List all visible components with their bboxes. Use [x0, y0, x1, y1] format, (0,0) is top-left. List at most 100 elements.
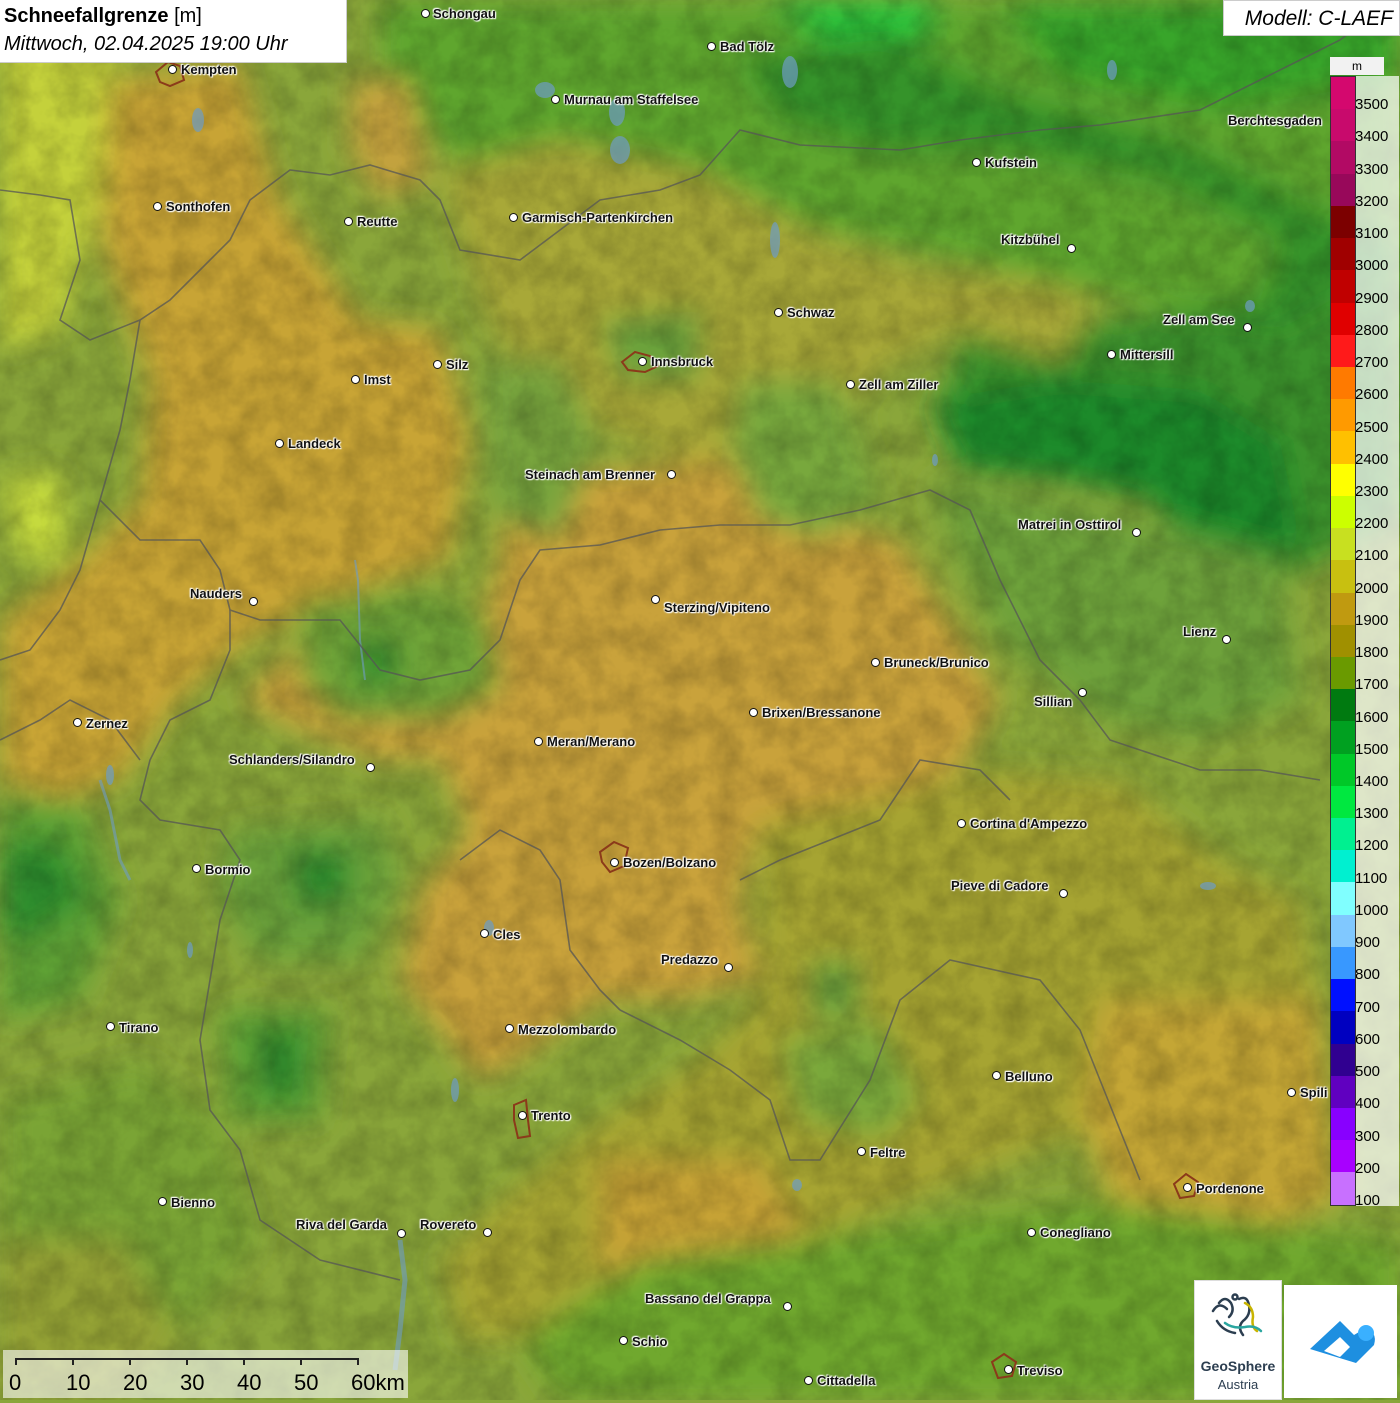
- legend-label: 600: [1355, 1030, 1381, 1048]
- city-marker: [749, 708, 758, 717]
- city-marker: [192, 864, 201, 873]
- city-marker: [871, 658, 880, 667]
- legend-swatch: [1331, 366, 1355, 400]
- city-label: Feltre: [870, 1145, 906, 1160]
- legend-swatch: [1331, 495, 1355, 529]
- legend-swatch: [1331, 270, 1355, 303]
- city-label: Predazzo: [661, 952, 719, 967]
- city-label: Kempten: [181, 62, 237, 77]
- city-marker: [518, 1111, 527, 1120]
- city-marker: [397, 1229, 406, 1238]
- city-marker: [1287, 1088, 1296, 1097]
- city-marker: [344, 217, 353, 226]
- city-marker: [1027, 1228, 1036, 1237]
- city-label: Schlanders/Silandro: [229, 752, 355, 767]
- legend-swatch: [1331, 1108, 1355, 1141]
- city-marker: [433, 360, 442, 369]
- title-box: Schneefallgrenze [m] Mittwoch, 02.04.202…: [0, 0, 347, 63]
- city-marker: [505, 1024, 514, 1033]
- legend-swatch: [1331, 399, 1355, 432]
- city-label: Sonthofen: [166, 199, 231, 214]
- legend-swatch: [1331, 946, 1355, 980]
- legend-swatch: [1331, 914, 1355, 947]
- scale-label: 10: [66, 1370, 91, 1395]
- legend-label: 200: [1355, 1159, 1381, 1177]
- city-label: Meran/Merano: [547, 734, 636, 749]
- legend-swatch: [1331, 1140, 1355, 1173]
- legend-label: 3200: [1355, 192, 1389, 210]
- city-marker: [651, 595, 660, 604]
- city-label: Kitzbühel: [1001, 232, 1060, 247]
- scale-label: 50: [294, 1370, 319, 1395]
- legend-swatch: [1331, 431, 1355, 464]
- city-label: Cittadella: [817, 1373, 876, 1388]
- legend-swatch: [1331, 560, 1355, 593]
- legend-swatch: [1331, 302, 1355, 335]
- legend-label: 900: [1355, 934, 1381, 952]
- city-label: Sillian: [1034, 694, 1073, 709]
- legend-swatch: [1331, 882, 1355, 915]
- city-label: Innsbruck: [651, 354, 714, 369]
- legend-label: 1700: [1355, 676, 1389, 694]
- model-box: Modell: C-LAEF: [1223, 0, 1400, 36]
- city-label: Lienz: [1183, 624, 1217, 639]
- legend-swatch: [1331, 818, 1355, 851]
- city-label: Zell am See: [1163, 312, 1235, 327]
- city-label: Imst: [364, 372, 391, 387]
- legend-swatch: [1331, 656, 1355, 690]
- city-label: Treviso: [1017, 1363, 1063, 1378]
- city-label: Bad Tölz: [720, 39, 775, 54]
- city-marker: [1059, 889, 1068, 898]
- city-label: Mezzolombardo: [518, 1022, 617, 1037]
- legend-label: 1400: [1355, 773, 1389, 791]
- city-marker: [106, 1022, 115, 1031]
- legend-label: 3300: [1355, 160, 1389, 178]
- city-label: Bienno: [171, 1195, 216, 1210]
- app-logo[interactable]: [1284, 1285, 1397, 1398]
- city-label: Spili: [1300, 1085, 1328, 1100]
- legend-swatch: [1331, 1043, 1355, 1076]
- legend-label: 700: [1355, 998, 1381, 1016]
- geosphere-logo[interactable]: GeoSphere Austria: [1194, 1280, 1282, 1400]
- city-label: Schongau: [433, 6, 496, 21]
- legend-label: 3100: [1355, 225, 1389, 243]
- legend-swatch: [1331, 721, 1355, 754]
- city-marker: [846, 380, 855, 389]
- city-marker: [1132, 528, 1141, 537]
- legend-label: 400: [1355, 1095, 1381, 1113]
- city-marker: [1243, 323, 1252, 332]
- city-marker: [551, 95, 560, 104]
- scale-bar: 0 10 20 30 40 50 60km: [3, 1350, 408, 1398]
- scale-tick: [186, 1358, 188, 1365]
- scale-tick: [129, 1358, 131, 1365]
- legend-label: 1000: [1355, 901, 1389, 919]
- city-label: Garmisch-Partenkirchen: [522, 210, 674, 225]
- city-marker: [957, 819, 966, 828]
- title-text: Schneefallgrenze: [4, 5, 169, 27]
- city-label: Matrei in Osttirol: [1018, 517, 1122, 532]
- city-marker: [1222, 635, 1231, 644]
- city-marker: [619, 1336, 628, 1345]
- city-marker: [158, 1197, 167, 1206]
- legend-swatch: [1331, 753, 1355, 786]
- city-label: Murnau am Staffelsee: [564, 92, 699, 107]
- legend-swatch: [1331, 624, 1355, 657]
- legend-swatch: [1331, 1172, 1355, 1205]
- city-marker: [774, 308, 783, 317]
- city-marker: [351, 375, 360, 384]
- city-marker: [972, 158, 981, 167]
- legend-swatch: [1331, 785, 1355, 819]
- city-label: Cles: [493, 927, 521, 942]
- city-label: Pordenone: [1196, 1181, 1264, 1196]
- legend-label: 3400: [1355, 128, 1389, 146]
- city-label: Bozen/Bolzano: [623, 855, 717, 870]
- geosphere-country: Austria: [1217, 1377, 1259, 1392]
- scale-tick: [300, 1358, 302, 1365]
- geosphere-name: GeoSphere: [1200, 1358, 1276, 1374]
- legend-swatch: [1331, 850, 1355, 883]
- legend-label: 1300: [1355, 805, 1389, 823]
- legend-label: 1800: [1355, 644, 1389, 662]
- legend-label: 100: [1355, 1192, 1381, 1209]
- city-label: Riva del Garda: [296, 1217, 388, 1232]
- scale-label: 30: [180, 1370, 205, 1395]
